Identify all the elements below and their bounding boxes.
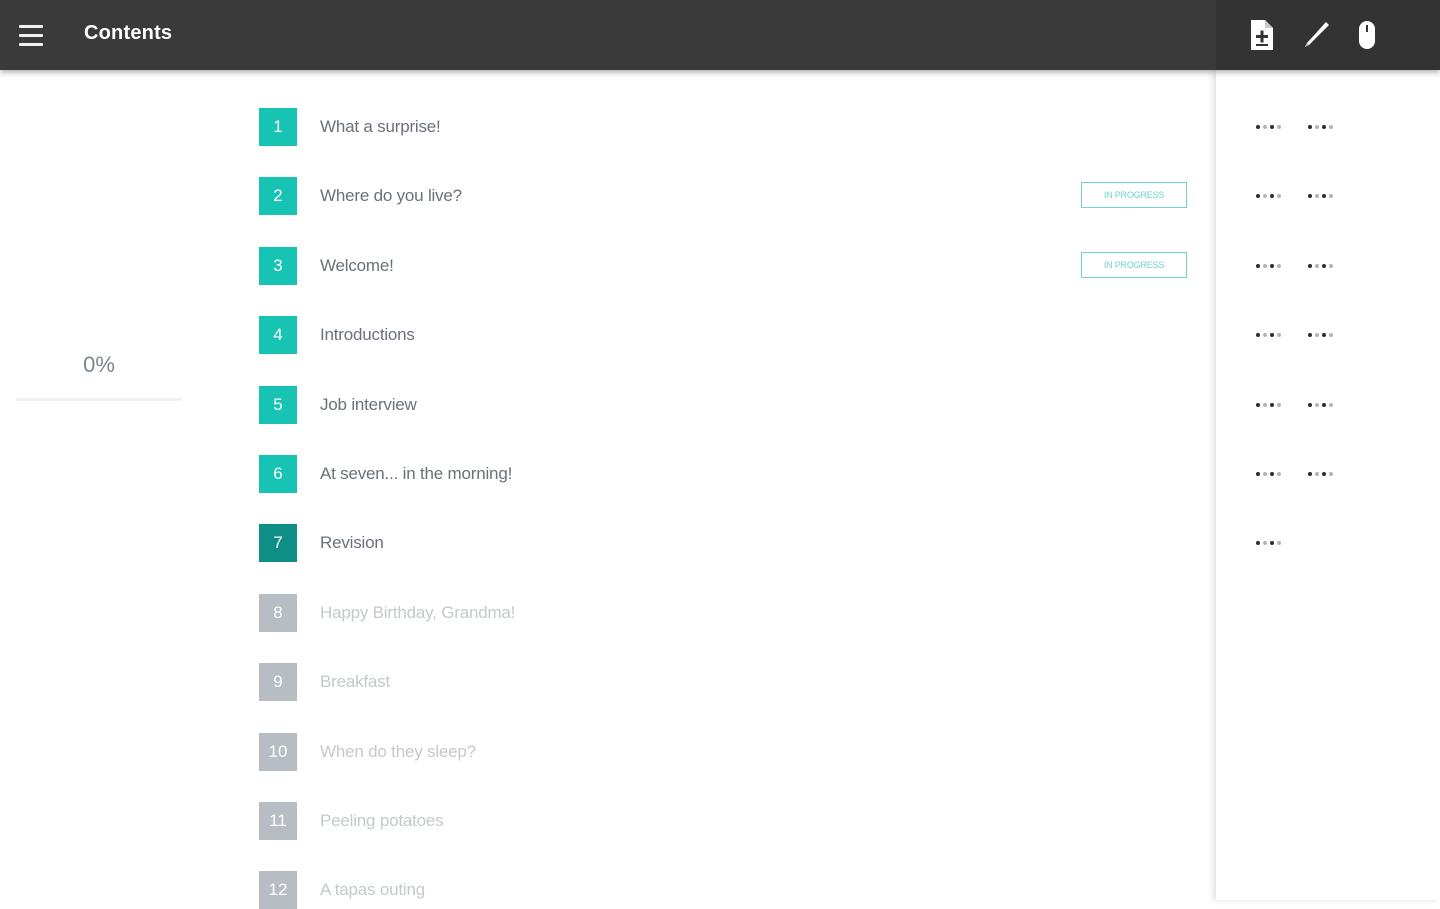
lesson-row[interactable]: 7 Revision [259,524,1199,563]
lesson-number-badge: 3 [259,246,297,285]
lesson-title: What a surprise! [320,117,441,136]
lesson-row: 9 Breakfast [259,663,1199,702]
activity-dots-icon[interactable] [1256,539,1286,547]
lesson-number-badge: 11 [259,802,297,840]
lesson-row[interactable]: 6 At seven... in the morning! [259,455,1199,493]
activity-dots-icon[interactable] [1256,401,1286,409]
activity-dots-icon[interactable] [1256,470,1286,478]
lesson-number-badge: 12 [259,871,297,909]
mouse-icon[interactable] [1351,18,1383,52]
lesson-number-badge: 4 [259,316,297,355]
page-title: Contents [84,22,173,44]
course-progress-label: 0% [83,352,115,377]
lesson-title: Revision [320,533,384,553]
lesson-title: Peeling potatoes [320,811,444,830]
activity-dots-icon[interactable] [1256,192,1286,200]
tools-toolbar [1216,0,1440,70]
document-icon[interactable] [1246,18,1278,52]
lesson-number-badge: 2 [259,177,297,216]
lesson-title: Job interview [320,394,417,414]
in-progress-badge: IN PROGRESS [1081,251,1187,278]
activity-dots-icon[interactable] [1256,123,1286,131]
lesson-title: Breakfast [320,672,391,692]
lesson-title: Introductions [320,325,415,345]
lesson-title: A tapas outing [320,880,425,900]
lesson-row[interactable]: 3 Welcome! IN PROGRESS [259,246,1199,285]
activity-dots-icon[interactable] [1308,262,1338,270]
course-progress-bar [16,398,182,401]
activity-dots-icon[interactable] [1308,331,1338,339]
activity-dots-icon[interactable] [1256,262,1286,270]
activity-status-panel [1216,70,1440,900]
lesson-title: Where do you live? [320,186,462,206]
lesson-row: 10 When do they sleep? [259,732,1199,771]
lesson-row[interactable]: 4 Introductions [259,316,1199,355]
lesson-number-badge: 5 [259,385,297,424]
hamburger-menu-icon[interactable] [14,20,48,50]
top-app-bar: Contents [0,0,1440,70]
in-progress-badge: IN PROGRESS [1081,182,1187,209]
lesson-number-badge: 1 [259,108,297,146]
lesson-row: 8 Happy Birthday, Grandma! [259,593,1199,632]
lesson-row: 12 A tapas outing [259,871,1199,909]
lesson-number-badge: 8 [259,593,297,632]
activity-dots-icon[interactable] [1308,123,1338,131]
lesson-number-badge: 6 [259,455,297,493]
pencil-icon[interactable] [1300,18,1332,52]
activity-dots-icon[interactable] [1308,401,1338,409]
lesson-title: Welcome! [320,255,394,275]
lesson-row[interactable]: 5 Job interview [259,385,1199,424]
lesson-title: At seven... in the morning! [320,464,513,483]
lesson-row[interactable]: 2 Where do you live? IN PROGRESS [259,177,1199,216]
lesson-title: When do they sleep? [320,741,476,761]
lesson-number-badge: 7 [259,524,297,563]
lesson-row[interactable]: 1 What a surprise! [259,108,1199,146]
activity-dots-icon[interactable] [1308,470,1338,478]
lesson-number-badge: 10 [259,732,297,771]
lesson-number-badge: 9 [259,663,297,702]
activity-dots-icon[interactable] [1256,331,1286,339]
lesson-title: Happy Birthday, Grandma! [320,602,516,622]
lesson-row: 11 Peeling potatoes [259,802,1199,840]
activity-dots-icon[interactable] [1308,192,1338,200]
